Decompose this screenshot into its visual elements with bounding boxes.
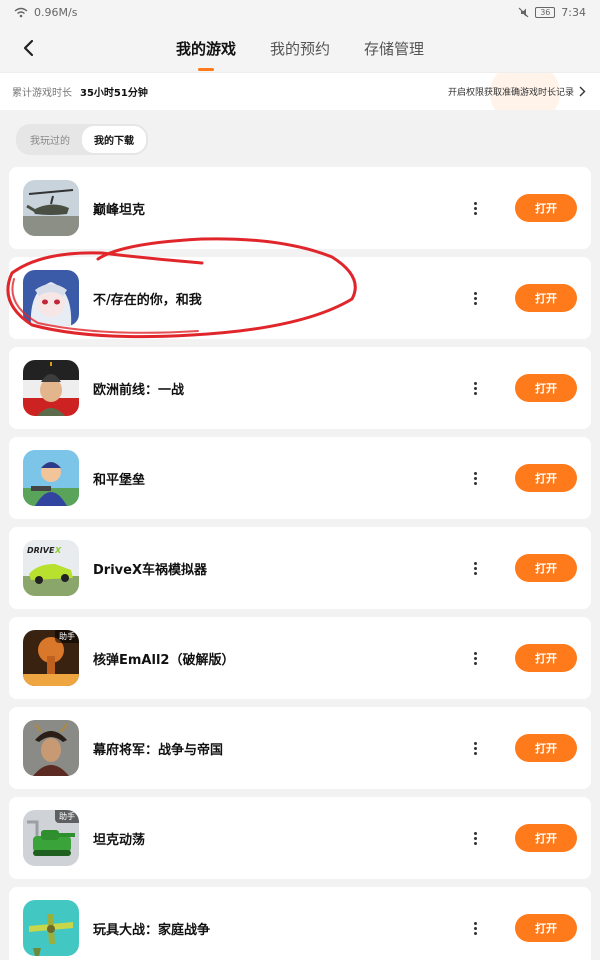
filter-segmented-control: 我玩过的 我的下载 bbox=[16, 124, 148, 155]
more-options-icon[interactable] bbox=[465, 376, 485, 400]
open-button[interactable]: 打开 bbox=[515, 554, 577, 582]
game-row[interactable]: 和平堡垒 打开 bbox=[9, 437, 591, 519]
game-row[interactable]: DRIVE X DriveX车祸模拟器 打开 bbox=[9, 527, 591, 609]
mute-icon bbox=[518, 7, 529, 17]
more-options-icon[interactable] bbox=[465, 286, 485, 310]
soldier-icon bbox=[23, 450, 79, 506]
playtime-value: 35小时51分钟 bbox=[80, 88, 148, 99]
chevron-left-icon bbox=[23, 39, 34, 57]
open-button[interactable]: 打开 bbox=[515, 284, 577, 312]
chevron-right-icon bbox=[579, 86, 586, 97]
playtime-summary: 累计游戏时长 35小时51分钟 bbox=[12, 84, 148, 99]
open-button[interactable]: 打开 bbox=[515, 194, 577, 222]
game-name: 欧洲前线：一战 bbox=[93, 382, 185, 398]
enable-permission-label: 开启权限获取准确游戏时长记录 bbox=[447, 88, 574, 98]
samurai-icon bbox=[23, 720, 79, 776]
game-row[interactable]: 助手 核弹EmAll2（破解版） 打开 bbox=[9, 617, 591, 699]
more-options-icon[interactable] bbox=[465, 466, 485, 490]
helicopter-icon bbox=[23, 180, 79, 236]
tab-my-games[interactable]: 我的游戏 bbox=[176, 32, 236, 65]
game-row[interactable]: 玩具大战：家庭战争 打开 bbox=[9, 887, 591, 960]
game-name: 坦克动荡 bbox=[93, 832, 146, 848]
open-button[interactable]: 打开 bbox=[515, 374, 577, 402]
game-row[interactable]: 不/存在的你，和我 打开 bbox=[9, 257, 591, 339]
status-bar: 0.96M/s 36 7:34 bbox=[0, 0, 600, 24]
battery-icon: 36 bbox=[535, 6, 556, 18]
filter-row: 我玩过的 我的下载 bbox=[0, 110, 600, 167]
tab-storage[interactable]: 存储管理 bbox=[364, 32, 424, 65]
game-row[interactable]: 助手 坦克动荡 打开 bbox=[9, 797, 591, 879]
network-speed: 0.96M/s bbox=[34, 5, 78, 19]
game-name: 核弹EmAll2（破解版） bbox=[93, 652, 235, 668]
enable-permission-link[interactable]: 开启权限获取准确游戏时长记录 bbox=[448, 85, 586, 98]
playtime-bar: 累计游戏时长 35小时51分钟 开启权限获取准确游戏时长记录 bbox=[0, 72, 600, 110]
nuke-icon: 助手 bbox=[23, 630, 79, 686]
open-button[interactable]: 打开 bbox=[515, 734, 577, 762]
game-row[interactable]: 欧洲前线：一战 打开 bbox=[9, 347, 591, 429]
more-options-icon[interactable] bbox=[465, 916, 485, 940]
open-button[interactable]: 打开 bbox=[515, 824, 577, 852]
nav-bar: 我的游戏 我的预约 存储管理 bbox=[0, 24, 600, 72]
game-row[interactable]: 巅峰坦克 打开 bbox=[9, 167, 591, 249]
game-row[interactable]: 幕府将军：战争与帝国 打开 bbox=[9, 707, 591, 789]
plane-icon bbox=[23, 900, 79, 956]
assistant-badge: 助手 bbox=[55, 630, 79, 643]
game-name: DriveX车祸模拟器 bbox=[93, 562, 207, 578]
game-list: 巅峰坦克 打开 不/存在的你，和我 打开 欧洲前线：一战 打开 和平堡垒 打开 … bbox=[0, 167, 600, 960]
car-icon: DRIVE X bbox=[23, 540, 79, 596]
game-name: 不/存在的你，和我 bbox=[93, 292, 202, 308]
status-right: 36 7:34 bbox=[518, 6, 586, 19]
open-button[interactable]: 打开 bbox=[515, 464, 577, 492]
filter-played[interactable]: 我玩过的 bbox=[18, 126, 82, 153]
game-name: 巅峰坦克 bbox=[93, 202, 146, 218]
game-name: 幕府将军：战争与帝国 bbox=[93, 742, 224, 758]
anime-girl-icon bbox=[23, 270, 79, 326]
svg-text:DRIVE: DRIVE bbox=[27, 546, 55, 555]
open-button[interactable]: 打开 bbox=[515, 914, 577, 942]
back-button[interactable] bbox=[14, 34, 42, 62]
svg-text:X: X bbox=[54, 546, 62, 555]
game-name: 玩具大战：家庭战争 bbox=[93, 922, 211, 938]
assistant-badge: 助手 bbox=[55, 810, 79, 823]
more-options-icon[interactable] bbox=[465, 646, 485, 670]
wifi-icon bbox=[14, 7, 28, 17]
clock: 7:34 bbox=[561, 5, 586, 19]
more-options-icon[interactable] bbox=[465, 196, 485, 220]
playtime-label: 累计游戏时长 bbox=[12, 88, 72, 99]
game-name: 和平堡垒 bbox=[93, 472, 146, 488]
open-button[interactable]: 打开 bbox=[515, 644, 577, 672]
filter-downloaded[interactable]: 我的下载 bbox=[82, 126, 146, 153]
more-options-icon[interactable] bbox=[465, 556, 485, 580]
more-options-icon[interactable] bbox=[465, 736, 485, 760]
general-icon bbox=[23, 360, 79, 416]
status-left: 0.96M/s bbox=[14, 6, 77, 19]
tank-icon: 助手 bbox=[23, 810, 79, 866]
more-options-icon[interactable] bbox=[465, 826, 485, 850]
tab-bar: 我的游戏 我的预约 存储管理 bbox=[176, 32, 424, 65]
tab-my-reservations[interactable]: 我的预约 bbox=[270, 32, 330, 65]
